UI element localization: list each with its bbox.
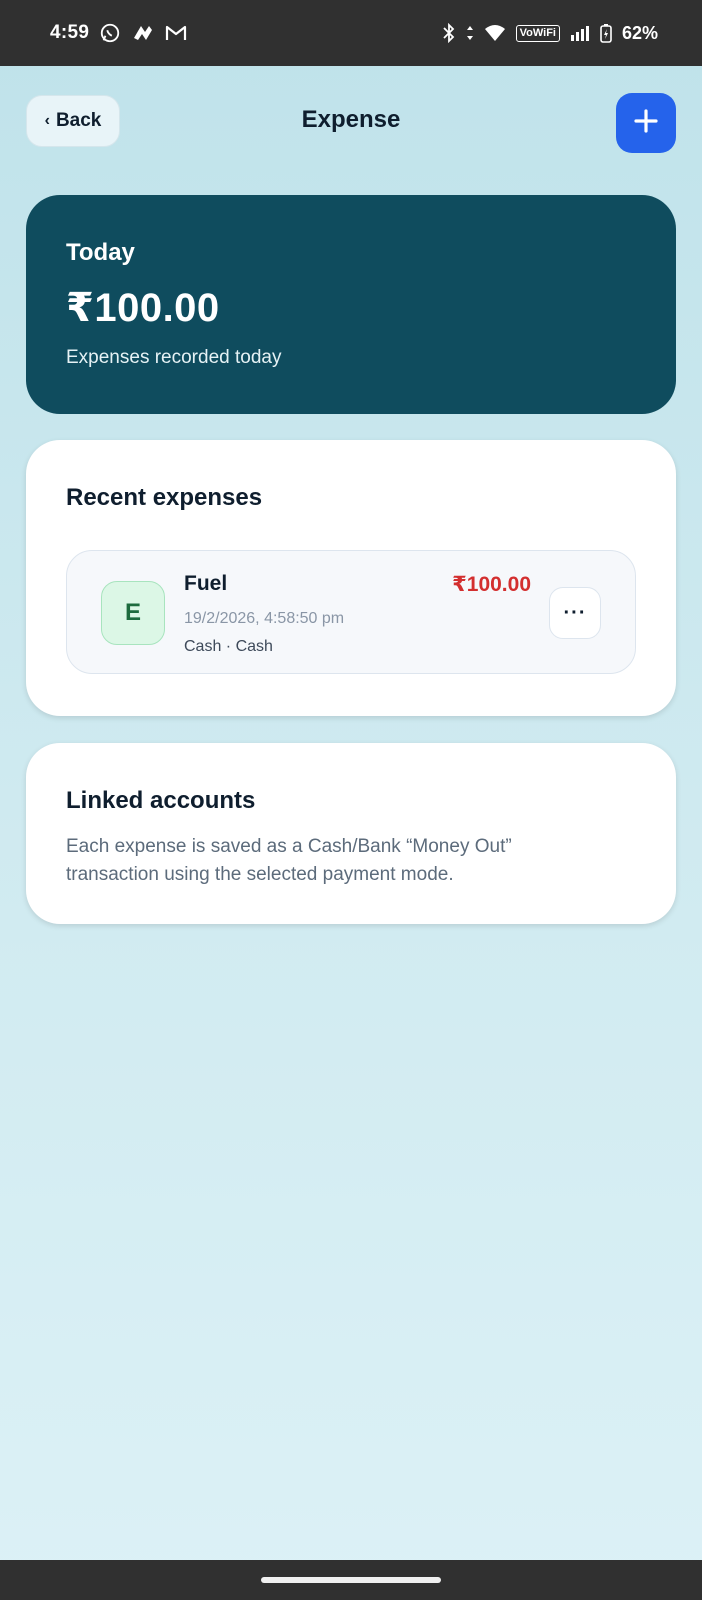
linked-accounts-card: Linked accounts Each expense is saved as… [26,743,676,924]
battery-percent: 62% [621,22,658,43]
battery-charging-icon [600,23,612,43]
app-icon [131,22,155,44]
linked-accounts-title: Linked accounts [66,787,256,814]
header: ‹ Back Expense [0,66,702,182]
expense-avatar: E [101,581,165,645]
vowifi-badge: VoWiFi [515,24,560,42]
expense-amount: ₹100.00 [452,573,531,596]
wifi-icon [484,24,506,42]
home-indicator[interactable] [261,1577,441,1583]
linked-accounts-description: Each expense is saved as a Cash/Bank “Mo… [66,836,512,885]
expense-date: 19/2/2026, 4:58:50 pm [184,610,345,627]
signal-icon [570,25,590,41]
plus-icon [633,108,659,139]
status-right: VoWiFi 62% [442,23,658,44]
system-nav-bar [0,1560,702,1600]
status-bar: 4:59 VoWiFi 62% [0,0,702,66]
status-time: 4:59 [50,22,90,43]
status-left: 4:59 [50,22,187,44]
today-summary-card: Today ₹100.00 Expenses recorded today [26,195,676,414]
more-options-button[interactable]: ··· [549,587,601,639]
whatsapp-icon [99,22,121,44]
more-dots-icon: ··· [563,601,587,624]
data-arrows-icon [466,25,474,41]
recent-expenses-card: Recent expenses E Fuel 19/2/2026, 4:58:5… [26,440,676,716]
add-expense-button[interactable] [616,93,676,153]
gmail-icon [165,24,187,42]
expense-list-item[interactable]: E Fuel 19/2/2026, 4:58:50 pm Cash · Cash… [66,550,636,674]
bluetooth-icon [442,23,456,43]
expense-name: Fuel [184,572,228,595]
expense-payment-mode: Cash · Cash [184,638,273,655]
today-subtitle: Expenses recorded today [66,347,282,368]
today-label: Today [66,239,135,266]
today-amount: ₹100.00 [66,286,220,330]
page-title: Expense [301,106,401,133]
recent-expenses-title: Recent expenses [66,484,263,511]
